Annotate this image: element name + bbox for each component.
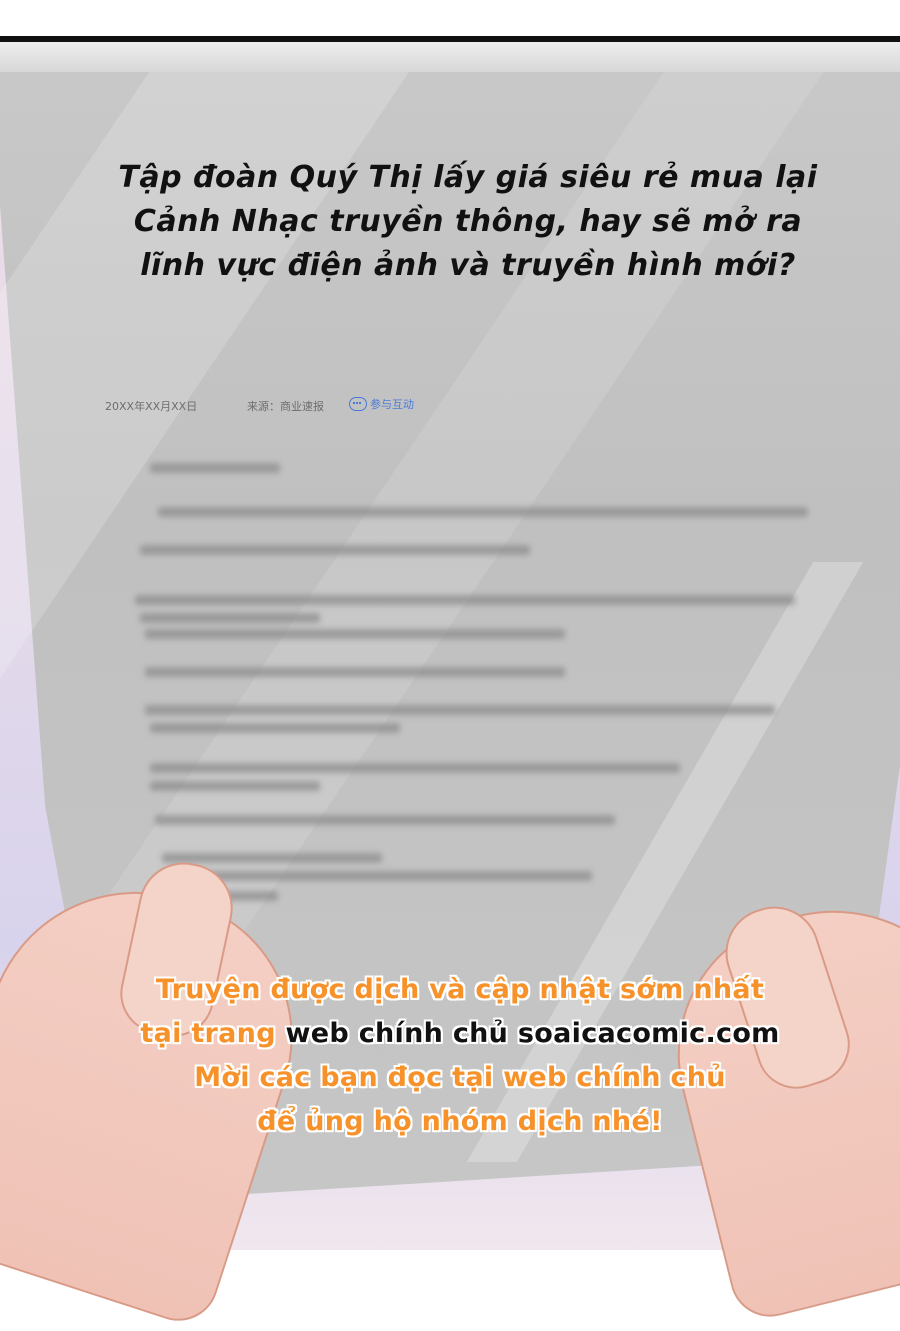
promo-line: Mời các bạn đọc tại web chính chủ	[194, 1062, 726, 1093]
blurred-text-line	[150, 763, 680, 773]
blurred-text-line	[145, 705, 775, 715]
translator-promo: Truyện được dịch và cập nhật sớm nhất tạ…	[100, 968, 820, 1144]
blurred-text-line	[150, 723, 400, 733]
headline-line: lĩnh vực điện ảnh và truyền hình mới?	[140, 248, 796, 283]
article-meta: 20XX年XX月XX日 来源：商业速报 参与互动	[105, 396, 505, 416]
blurred-text-line	[140, 545, 530, 555]
headline-line: Tập đoàn Quý Thị lấy giá siêu rẻ mua lại	[118, 160, 818, 195]
promo-line: để ủng hộ nhóm dịch nhé!	[257, 1106, 663, 1137]
promo-line: tại trang web chính chủ soaicacomic.com	[100, 1012, 820, 1056]
blurred-text-line	[150, 781, 320, 791]
promo-site-link[interactable]: web chính chủ soaicacomic.com	[286, 1018, 780, 1049]
blurred-text-line	[140, 613, 320, 623]
share-label: 参与互动	[370, 398, 414, 411]
news-headline: Tập đoàn Quý Thị lấy giá siêu rẻ mua lại…	[118, 156, 818, 288]
share-link[interactable]: 参与互动	[349, 396, 414, 412]
promo-prefix: tại trang	[140, 1018, 276, 1049]
article-date: 20XX年XX月XX日	[105, 400, 198, 413]
blurred-text-line	[162, 871, 592, 881]
blurred-text-line	[150, 463, 280, 473]
blurred-text-line	[158, 507, 808, 517]
blurred-text-line	[145, 629, 565, 639]
blurred-text-line	[135, 595, 795, 605]
promo-line: Truyện được dịch và cập nhật sớm nhất	[155, 974, 765, 1005]
blurred-text-line	[145, 667, 565, 677]
headline-line: Cảnh Nhạc truyền thông, hay sẽ mở ra	[133, 204, 803, 239]
chat-bubble-icon	[349, 397, 367, 411]
blurred-text-line	[162, 853, 382, 863]
article-source: 来源：商业速报	[247, 400, 324, 413]
blurred-text-line	[155, 815, 615, 825]
blurred-article-body	[135, 455, 810, 915]
